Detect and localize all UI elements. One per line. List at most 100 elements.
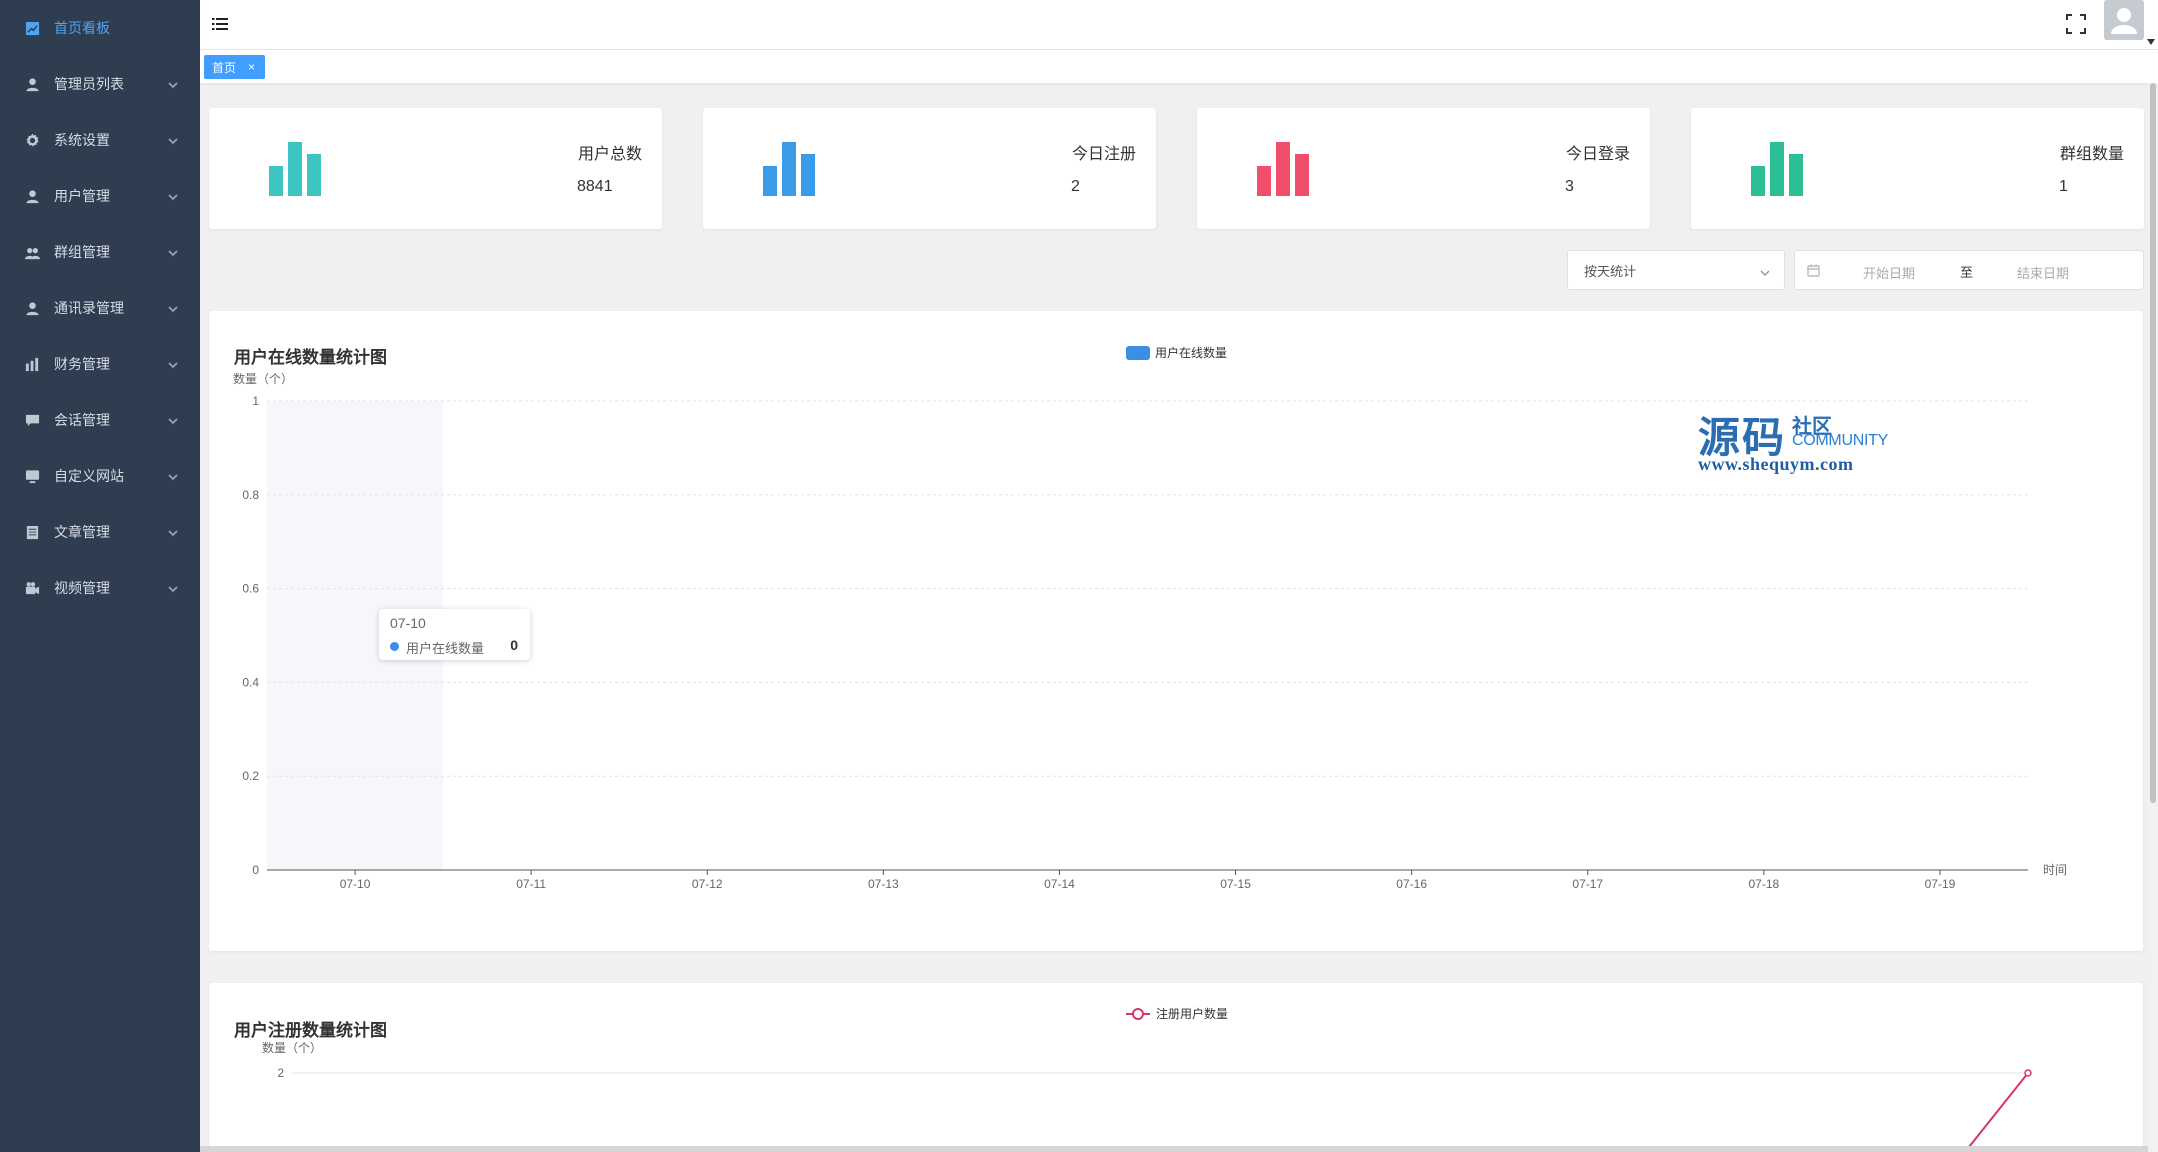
y-tick-label: 0 (252, 863, 259, 877)
calendar-icon (1807, 264, 1820, 277)
registration-chart-panel: 用户注册数量统计图 2 数量（个） 注册用户数量 (209, 983, 2143, 1152)
chevron-down-icon (168, 189, 178, 201)
y-tick-label: 2 (277, 1066, 284, 1080)
bar-chart-icon (1749, 142, 1805, 196)
legend-label: 用户在线数量 (1155, 345, 1227, 360)
chevron-down-icon (1760, 266, 1770, 277)
y-tick-label: 0.8 (242, 488, 259, 502)
legend-label: 注册用户数量 (1156, 1006, 1228, 1021)
close-icon[interactable]: × (248, 60, 255, 74)
sidebar-item-user-management[interactable]: 用户管理 (0, 168, 200, 224)
x-axis-label: 时间 (2043, 863, 2067, 877)
sidebar-item-dashboard[interactable]: 首页看板 (0, 0, 200, 56)
stat-card-today-registered: 今日注册 2 (703, 108, 1156, 229)
start-date-input[interactable]: 开始日期 (1863, 263, 1915, 282)
sidebar-item-videos[interactable]: 视频管理 (0, 560, 200, 616)
bar-chart-icon (761, 142, 817, 196)
sidebar-item-label: 首页看板 (54, 20, 110, 36)
sidebar-item-label: 文章管理 (54, 524, 110, 540)
sidebar-item-admin-list[interactable]: 管理员列表 (0, 56, 200, 112)
stat-value: 2 (1071, 178, 1080, 195)
tooltip-value: 0 (510, 637, 518, 653)
y-axis-label: 数量（个） (233, 371, 293, 386)
sidebar-item-label: 管理员列表 (54, 76, 124, 92)
sidebar-item-sessions[interactable]: 会话管理 (0, 392, 200, 448)
y-tick-label: 0.4 (242, 675, 259, 689)
chat-icon (24, 412, 40, 428)
sidebar-item-system-settings[interactable]: 系统设置 (0, 112, 200, 168)
tabs-bar: 首页 × (200, 50, 2158, 83)
vertical-scrollbar[interactable] (2148, 83, 2158, 1152)
sidebar-item-label: 自定义网站 (54, 468, 124, 484)
sidebar-item-articles[interactable]: 文章管理 (0, 504, 200, 560)
stat-card-group-count: 群组数量 1 (1691, 108, 2144, 229)
series-line (1964, 1072, 2029, 1152)
watermark-logo: 源码 社区 COMMUNITY www.shequym.com (1698, 400, 1898, 480)
tooltip-date: 07-10 (390, 615, 426, 631)
bar-chart-icon (1255, 142, 1311, 196)
stat-label: 群组数量 (2059, 146, 2124, 163)
sidebar-item-contacts[interactable]: 通讯录管理 (0, 280, 200, 336)
y-tick-label: 1 (252, 394, 259, 408)
contact-icon (24, 300, 40, 316)
stat-label: 用户总数 (577, 146, 642, 163)
stat-mode-select[interactable]: 按天统计 (1567, 250, 1785, 290)
chevron-down-icon (168, 413, 178, 425)
date-range-picker[interactable]: 开始日期 至 结束日期 (1794, 250, 2144, 290)
stat-card-total-users: 用户总数 8841 (209, 108, 662, 229)
caret-down-icon[interactable] (2147, 32, 2155, 45)
stat-label: 今日注册 (1071, 146, 1136, 163)
scrollbar-thumb[interactable] (2150, 83, 2156, 803)
select-value: 按天统计 (1584, 263, 1637, 279)
sidebar-item-label: 群组管理 (54, 244, 110, 260)
legend-swatch (1126, 346, 1150, 360)
x-tick-label: 07-17 (1572, 877, 1603, 891)
stat-value: 3 (1565, 178, 1574, 195)
monitor-icon (24, 468, 40, 484)
data-point (2024, 1069, 2032, 1077)
legend-swatch-marker (1132, 1008, 1144, 1020)
fullscreen-icon[interactable] (2066, 14, 2086, 34)
stat-card-today-login: 今日登录 3 (1197, 108, 1650, 229)
x-tick-label: 07-12 (692, 877, 723, 891)
chevron-down-icon (168, 77, 178, 89)
document-icon (24, 524, 40, 540)
sidebar-item-custom-website[interactable]: 自定义网站 (0, 448, 200, 504)
tooltip-series-name: 用户在线数量 (406, 641, 485, 656)
group-icon (24, 244, 40, 260)
sidebar-item-group-management[interactable]: 群组管理 (0, 224, 200, 280)
stat-value: 1 (2059, 178, 2068, 195)
chevron-down-icon (168, 301, 178, 313)
horizontal-scrollbar[interactable] (200, 1146, 2148, 1152)
chevron-down-icon (168, 469, 178, 481)
sidebar-item-label: 财务管理 (54, 356, 110, 372)
tab-label: 首页 (212, 60, 237, 75)
date-separator: 至 (1960, 265, 1974, 280)
menu-toggle-icon[interactable] (212, 16, 228, 32)
stat-label: 今日登录 (1565, 146, 1630, 163)
y-axis-label: 数量（个） (262, 1040, 322, 1055)
chevron-down-icon (168, 357, 178, 369)
tab-home[interactable]: 首页 × (204, 55, 266, 79)
x-tick-label: 07-18 (1748, 877, 1779, 891)
sidebar: 首页看板 管理员列表 系统设置 用户管理 群组管理 通讯录管理 财务管理 会话管… (0, 0, 200, 1152)
sidebar-item-finance[interactable]: 财务管理 (0, 336, 200, 392)
chevron-down-icon (168, 133, 178, 145)
avatar[interactable] (2104, 0, 2144, 40)
tooltip-series-marker (390, 642, 399, 651)
gear-icon (24, 132, 40, 148)
stat-value: 8841 (577, 178, 613, 195)
video-icon (24, 580, 40, 596)
user-icon (24, 76, 40, 92)
top-header (200, 0, 2158, 50)
x-tick-label: 07-10 (340, 877, 371, 891)
x-tick-label: 07-11 (516, 877, 546, 891)
chevron-down-icon (168, 525, 178, 537)
user-icon (24, 188, 40, 204)
watermark-community-text: COMMUNITY (1792, 432, 1888, 449)
chevron-down-icon (168, 581, 178, 593)
x-tick-label: 07-13 (868, 877, 899, 891)
end-date-input[interactable]: 结束日期 (2017, 263, 2069, 282)
finance-icon (24, 356, 40, 372)
chart-icon (24, 20, 40, 36)
